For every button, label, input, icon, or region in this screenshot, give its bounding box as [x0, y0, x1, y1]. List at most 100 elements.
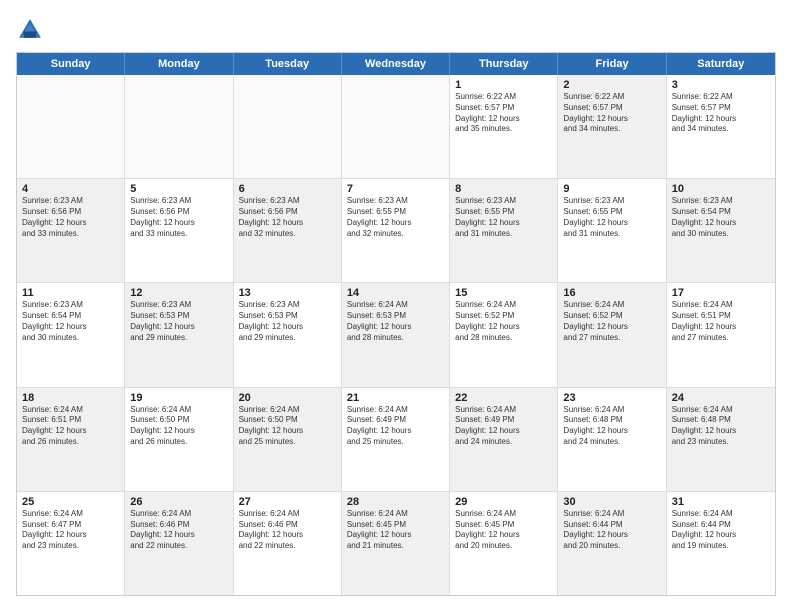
day-info: Sunrise: 6:24 AM Sunset: 6:53 PM Dayligh… [347, 300, 444, 343]
cal-cell-25: 25Sunrise: 6:24 AM Sunset: 6:47 PM Dayli… [17, 492, 125, 595]
day-info: Sunrise: 6:24 AM Sunset: 6:52 PM Dayligh… [563, 300, 660, 343]
day-number: 7 [347, 183, 444, 195]
cal-cell-12: 12Sunrise: 6:23 AM Sunset: 6:53 PM Dayli… [125, 283, 233, 386]
day-number: 17 [672, 287, 770, 299]
day-info: Sunrise: 6:24 AM Sunset: 6:46 PM Dayligh… [239, 509, 336, 552]
day-number: 24 [672, 392, 770, 404]
day-info: Sunrise: 6:24 AM Sunset: 6:52 PM Dayligh… [455, 300, 552, 343]
cal-cell-19: 19Sunrise: 6:24 AM Sunset: 6:50 PM Dayli… [125, 388, 233, 491]
cal-cell-1: 1Sunrise: 6:22 AM Sunset: 6:57 PM Daylig… [450, 75, 558, 178]
day-info: Sunrise: 6:24 AM Sunset: 6:50 PM Dayligh… [239, 405, 336, 448]
day-number: 15 [455, 287, 552, 299]
cal-cell-26: 26Sunrise: 6:24 AM Sunset: 6:46 PM Dayli… [125, 492, 233, 595]
cal-cell-27: 27Sunrise: 6:24 AM Sunset: 6:46 PM Dayli… [234, 492, 342, 595]
day-info: Sunrise: 6:24 AM Sunset: 6:49 PM Dayligh… [455, 405, 552, 448]
day-info: Sunrise: 6:23 AM Sunset: 6:56 PM Dayligh… [130, 196, 227, 239]
cal-cell-17: 17Sunrise: 6:24 AM Sunset: 6:51 PM Dayli… [667, 283, 775, 386]
day-number: 31 [672, 496, 770, 508]
day-number: 11 [22, 287, 119, 299]
day-info: Sunrise: 6:24 AM Sunset: 6:51 PM Dayligh… [22, 405, 119, 448]
weekday-header-thursday: Thursday [450, 53, 558, 75]
cal-cell-empty-0-2 [234, 75, 342, 178]
day-number: 12 [130, 287, 227, 299]
page: SundayMondayTuesdayWednesdayThursdayFrid… [0, 0, 792, 612]
header [16, 16, 776, 44]
day-info: Sunrise: 6:24 AM Sunset: 6:49 PM Dayligh… [347, 405, 444, 448]
weekday-header-friday: Friday [558, 53, 666, 75]
day-number: 20 [239, 392, 336, 404]
day-info: Sunrise: 6:23 AM Sunset: 6:56 PM Dayligh… [22, 196, 119, 239]
cal-cell-6: 6Sunrise: 6:23 AM Sunset: 6:56 PM Daylig… [234, 179, 342, 282]
day-number: 10 [672, 183, 770, 195]
day-info: Sunrise: 6:23 AM Sunset: 6:56 PM Dayligh… [239, 196, 336, 239]
cal-cell-16: 16Sunrise: 6:24 AM Sunset: 6:52 PM Dayli… [558, 283, 666, 386]
weekday-header-saturday: Saturday [667, 53, 775, 75]
cal-cell-8: 8Sunrise: 6:23 AM Sunset: 6:55 PM Daylig… [450, 179, 558, 282]
day-number: 30 [563, 496, 660, 508]
calendar-body: 1Sunrise: 6:22 AM Sunset: 6:57 PM Daylig… [17, 75, 775, 595]
cal-cell-28: 28Sunrise: 6:24 AM Sunset: 6:45 PM Dayli… [342, 492, 450, 595]
day-info: Sunrise: 6:23 AM Sunset: 6:54 PM Dayligh… [672, 196, 770, 239]
day-info: Sunrise: 6:24 AM Sunset: 6:50 PM Dayligh… [130, 405, 227, 448]
day-number: 5 [130, 183, 227, 195]
day-info: Sunrise: 6:23 AM Sunset: 6:55 PM Dayligh… [563, 196, 660, 239]
day-info: Sunrise: 6:24 AM Sunset: 6:46 PM Dayligh… [130, 509, 227, 552]
day-number: 28 [347, 496, 444, 508]
cal-cell-31: 31Sunrise: 6:24 AM Sunset: 6:44 PM Dayli… [667, 492, 775, 595]
cal-cell-9: 9Sunrise: 6:23 AM Sunset: 6:55 PM Daylig… [558, 179, 666, 282]
day-number: 16 [563, 287, 660, 299]
cal-cell-30: 30Sunrise: 6:24 AM Sunset: 6:44 PM Dayli… [558, 492, 666, 595]
cal-cell-14: 14Sunrise: 6:24 AM Sunset: 6:53 PM Dayli… [342, 283, 450, 386]
cal-cell-29: 29Sunrise: 6:24 AM Sunset: 6:45 PM Dayli… [450, 492, 558, 595]
day-number: 9 [563, 183, 660, 195]
day-number: 2 [563, 79, 660, 91]
day-number: 1 [455, 79, 552, 91]
day-info: Sunrise: 6:24 AM Sunset: 6:51 PM Dayligh… [672, 300, 770, 343]
cal-cell-21: 21Sunrise: 6:24 AM Sunset: 6:49 PM Dayli… [342, 388, 450, 491]
calendar: SundayMondayTuesdayWednesdayThursdayFrid… [16, 52, 776, 596]
cal-cell-empty-0-1 [125, 75, 233, 178]
cal-cell-4: 4Sunrise: 6:23 AM Sunset: 6:56 PM Daylig… [17, 179, 125, 282]
cal-cell-7: 7Sunrise: 6:23 AM Sunset: 6:55 PM Daylig… [342, 179, 450, 282]
day-number: 21 [347, 392, 444, 404]
calendar-header: SundayMondayTuesdayWednesdayThursdayFrid… [17, 53, 775, 75]
weekday-header-monday: Monday [125, 53, 233, 75]
day-number: 13 [239, 287, 336, 299]
day-info: Sunrise: 6:24 AM Sunset: 6:44 PM Dayligh… [563, 509, 660, 552]
cal-cell-2: 2Sunrise: 6:22 AM Sunset: 6:57 PM Daylig… [558, 75, 666, 178]
cal-cell-empty-0-0 [17, 75, 125, 178]
day-info: Sunrise: 6:24 AM Sunset: 6:45 PM Dayligh… [347, 509, 444, 552]
day-info: Sunrise: 6:24 AM Sunset: 6:44 PM Dayligh… [672, 509, 770, 552]
day-info: Sunrise: 6:23 AM Sunset: 6:55 PM Dayligh… [347, 196, 444, 239]
day-info: Sunrise: 6:22 AM Sunset: 6:57 PM Dayligh… [563, 92, 660, 135]
day-number: 26 [130, 496, 227, 508]
cal-cell-23: 23Sunrise: 6:24 AM Sunset: 6:48 PM Dayli… [558, 388, 666, 491]
day-number: 3 [672, 79, 770, 91]
day-number: 25 [22, 496, 119, 508]
cal-cell-24: 24Sunrise: 6:24 AM Sunset: 6:48 PM Dayli… [667, 388, 775, 491]
cal-cell-15: 15Sunrise: 6:24 AM Sunset: 6:52 PM Dayli… [450, 283, 558, 386]
logo [16, 16, 50, 44]
cal-week-1: 1Sunrise: 6:22 AM Sunset: 6:57 PM Daylig… [17, 75, 775, 179]
day-info: Sunrise: 6:22 AM Sunset: 6:57 PM Dayligh… [455, 92, 552, 135]
day-number: 6 [239, 183, 336, 195]
day-info: Sunrise: 6:23 AM Sunset: 6:53 PM Dayligh… [130, 300, 227, 343]
day-number: 18 [22, 392, 119, 404]
weekday-header-tuesday: Tuesday [234, 53, 342, 75]
day-info: Sunrise: 6:22 AM Sunset: 6:57 PM Dayligh… [672, 92, 770, 135]
cal-cell-22: 22Sunrise: 6:24 AM Sunset: 6:49 PM Dayli… [450, 388, 558, 491]
day-info: Sunrise: 6:23 AM Sunset: 6:53 PM Dayligh… [239, 300, 336, 343]
day-info: Sunrise: 6:24 AM Sunset: 6:45 PM Dayligh… [455, 509, 552, 552]
weekday-header-wednesday: Wednesday [342, 53, 450, 75]
cal-cell-20: 20Sunrise: 6:24 AM Sunset: 6:50 PM Dayli… [234, 388, 342, 491]
cal-week-2: 4Sunrise: 6:23 AM Sunset: 6:56 PM Daylig… [17, 179, 775, 283]
weekday-header-sunday: Sunday [17, 53, 125, 75]
cal-cell-18: 18Sunrise: 6:24 AM Sunset: 6:51 PM Dayli… [17, 388, 125, 491]
day-number: 27 [239, 496, 336, 508]
day-info: Sunrise: 6:24 AM Sunset: 6:48 PM Dayligh… [563, 405, 660, 448]
cal-week-5: 25Sunrise: 6:24 AM Sunset: 6:47 PM Dayli… [17, 492, 775, 595]
cal-cell-13: 13Sunrise: 6:23 AM Sunset: 6:53 PM Dayli… [234, 283, 342, 386]
day-number: 4 [22, 183, 119, 195]
cal-cell-3: 3Sunrise: 6:22 AM Sunset: 6:57 PM Daylig… [667, 75, 775, 178]
cal-cell-10: 10Sunrise: 6:23 AM Sunset: 6:54 PM Dayli… [667, 179, 775, 282]
